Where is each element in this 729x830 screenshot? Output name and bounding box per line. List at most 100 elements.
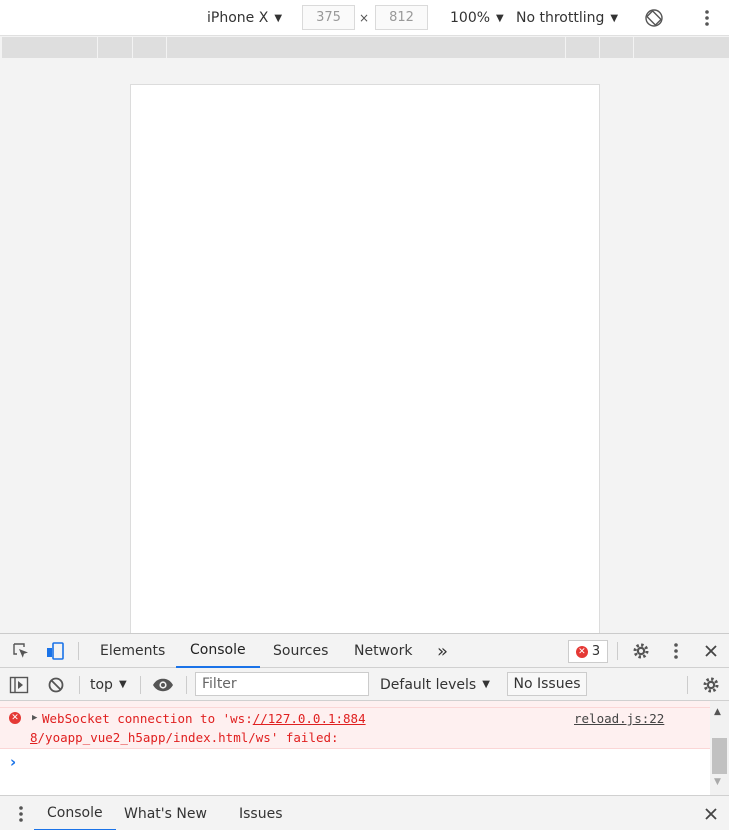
media-query-segment[interactable] <box>97 37 98 58</box>
toolbar-divider <box>186 676 187 694</box>
device-toolbar-toggle-button[interactable] <box>44 640 66 662</box>
message-text: WebSocket connection to 'ws: <box>42 711 253 726</box>
console-prompt[interactable]: › <box>10 753 16 771</box>
caret-down-icon: ▼ <box>274 12 283 24</box>
error-count-badge[interactable]: ✕ 3 <box>568 640 608 663</box>
message-source-link[interactable]: reload.js:22 <box>574 711 664 726</box>
more-tabs-button[interactable]: » <box>423 634 462 668</box>
toolbar-divider <box>140 676 141 694</box>
log-levels-select[interactable]: Default levels ▼ <box>380 668 490 701</box>
more-vert-icon <box>19 806 23 822</box>
message-link[interactable]: 8 <box>30 730 38 745</box>
zoom-select[interactable]: 100% ▼ <box>450 0 504 36</box>
more-options-button[interactable] <box>698 0 716 36</box>
error-icon: ✕ <box>575 645 588 658</box>
caret-down-icon: ▼ <box>496 12 504 24</box>
clear-console-button[interactable] <box>45 674 67 696</box>
more-vert-icon <box>674 643 678 659</box>
throttling-select[interactable]: No throttling ▼ <box>516 0 618 36</box>
media-query-segment[interactable] <box>166 37 167 58</box>
console-error-message[interactable]: ✕ ▶ WebSocket connection to 'ws://127.0.… <box>0 707 710 749</box>
issues-button[interactable]: No Issues <box>507 672 587 696</box>
drawer-tabbar: Console What's New Issues <box>0 795 729 830</box>
devtools-tabbar: Elements Console Sources Network » ✕ 3 <box>0 633 729 668</box>
settings-button[interactable] <box>630 640 652 662</box>
device-screen[interactable] <box>130 84 600 644</box>
customize-devtools-button[interactable] <box>668 640 684 662</box>
device-toolbar: iPhone X ▼ 375 × 812 100% ▼ No throttlin… <box>0 0 729 36</box>
media-query-segment[interactable] <box>633 37 634 58</box>
rotate-icon <box>645 9 663 27</box>
gear-icon <box>703 677 719 693</box>
console-settings-button[interactable] <box>700 674 722 696</box>
device-mode-icon <box>47 642 64 660</box>
sidebar-toggle-icon <box>9 676 29 694</box>
toolbar-divider <box>78 642 79 660</box>
throttling-value: No throttling <box>516 10 605 26</box>
toolbar-divider <box>79 676 80 694</box>
inspect-element-button[interactable] <box>10 640 32 662</box>
block-icon <box>48 677 64 693</box>
more-vert-icon <box>705 10 709 26</box>
drawer-tab-issues[interactable]: Issues <box>226 796 296 830</box>
drawer-tab-whats-new[interactable]: What's New <box>111 796 220 830</box>
toolbar-divider <box>617 642 618 660</box>
tab-label: Network <box>354 643 413 659</box>
live-expression-button[interactable] <box>152 674 174 696</box>
caret-down-icon: ▼ <box>610 12 619 24</box>
close-drawer-button[interactable] <box>700 803 722 825</box>
height-input[interactable]: 812 <box>375 5 428 30</box>
inspect-icon <box>13 643 28 658</box>
show-sidebar-button[interactable] <box>8 674 30 696</box>
media-query-segment[interactable] <box>565 37 566 58</box>
tab-elements[interactable]: Elements <box>86 634 179 668</box>
tab-label: Console <box>47 804 103 821</box>
tab-label: What's New <box>124 805 207 822</box>
console-toolbar: top ▼ Filter Default levels ▼ No Issues <box>0 668 729 701</box>
caret-down-icon: ▼ <box>482 679 490 690</box>
tab-network[interactable]: Network <box>340 634 426 668</box>
more-tabs-icon: » <box>437 640 449 662</box>
tab-console[interactable]: Console <box>176 634 260 668</box>
message-link[interactable]: //127.0.0.1:884 <box>253 711 366 726</box>
message-text-line1: WebSocket connection to 'ws://127.0.0.1:… <box>42 711 366 726</box>
tab-label: Console <box>190 642 246 658</box>
media-query-bar <box>2 37 729 58</box>
console-messages: ✕ ▶ WebSocket connection to 'ws://127.0.… <box>0 701 710 795</box>
tab-label: Elements <box>100 643 166 659</box>
message-text-line2: 8/yoapp_vue2_h5app/index.html/ws' failed… <box>30 730 339 745</box>
expand-triangle-icon[interactable]: ▶ <box>32 713 37 723</box>
device-name: iPhone X <box>207 10 269 26</box>
filter-input[interactable]: Filter <box>195 672 369 696</box>
media-query-segment[interactable] <box>599 37 600 58</box>
error-icon: ✕ <box>9 712 21 724</box>
log-levels-value: Default levels <box>380 676 477 693</box>
drawer-menu-button[interactable] <box>14 804 28 824</box>
error-count: 3 <box>591 644 601 659</box>
tab-sources[interactable]: Sources <box>259 634 342 668</box>
device-select[interactable]: iPhone X ▼ <box>207 0 282 36</box>
drawer-tab-console[interactable]: Console <box>34 796 116 830</box>
dimension-separator: × <box>359 11 370 25</box>
tab-label: Issues <box>239 805 283 822</box>
toolbar-divider <box>687 676 688 694</box>
close-devtools-button[interactable] <box>700 640 722 662</box>
caret-down-icon: ▼ <box>118 679 127 690</box>
device-viewport-area <box>0 58 729 644</box>
console-scrollbar[interactable]: ▲ ▼ <box>710 701 729 795</box>
context-value: top <box>90 676 113 693</box>
scrollbar-thumb[interactable] <box>712 738 727 774</box>
width-input[interactable]: 375 <box>302 5 355 30</box>
media-query-segment[interactable] <box>132 37 133 58</box>
close-icon <box>705 808 717 820</box>
gear-icon <box>633 643 649 659</box>
tab-label: Sources <box>273 643 329 659</box>
rotate-button[interactable] <box>643 0 665 36</box>
eye-icon <box>153 678 173 692</box>
close-icon <box>705 645 717 657</box>
scroll-down-icon[interactable]: ▼ <box>714 777 721 787</box>
message-text: /yoapp_vue2_h5app/index.html/ws' failed: <box>37 730 339 745</box>
context-select[interactable]: top ▼ <box>90 668 127 701</box>
scroll-up-icon[interactable]: ▲ <box>714 707 721 717</box>
zoom-value: 100% <box>450 10 491 26</box>
